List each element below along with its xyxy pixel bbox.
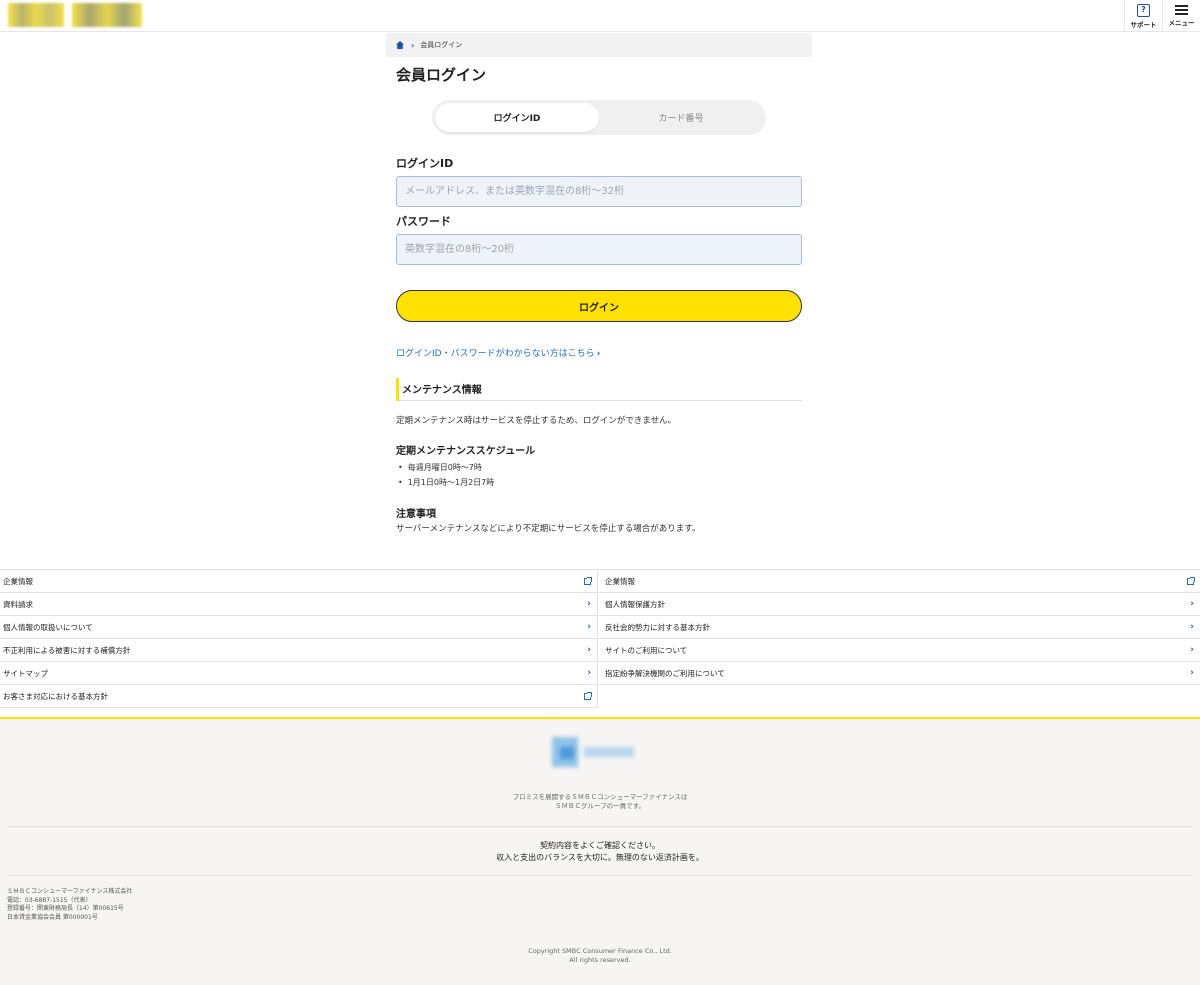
chevron-right-icon: ›: [1190, 668, 1194, 678]
chevron-right-icon: ›: [587, 622, 591, 632]
site-header: ? サポート メニュー: [0, 0, 1200, 32]
maintenance-heading: メンテナンス情報: [396, 378, 802, 401]
footer-divider: [8, 826, 1192, 827]
notes-title: 注意事項: [396, 509, 436, 520]
footer-link-label: お客さま対応における基本方針: [3, 691, 108, 701]
question-icon: ?: [1137, 3, 1150, 17]
login-button[interactable]: ログイン: [396, 290, 802, 322]
menu-label: メニュー: [1168, 19, 1195, 27]
copyright-line: Copyright SMBC Consumer Finance Co., Ltd…: [528, 947, 672, 955]
footer-link-label: 個人情報の取扱いについて: [3, 622, 93, 632]
footer-divider: [8, 875, 1192, 876]
logo-part-right: [72, 3, 142, 27]
footer-link-label: サイトのご利用について: [605, 645, 688, 655]
schedule-item: 毎週月曜日0時～7時: [398, 462, 482, 473]
footer-link-label: 資料請求: [3, 599, 33, 609]
maintenance-title: メンテナンス情報: [402, 385, 482, 396]
footer-link[interactable]: 指定紛争解決機関のご利用について ›: [599, 662, 1200, 685]
menu-button[interactable]: メニュー: [1162, 0, 1200, 32]
footer-link-label: 指定紛争解決機関のご利用について: [605, 668, 725, 678]
logo-mark-part: [560, 747, 574, 759]
notice-line: 契約内容をよくご確認ください。: [540, 841, 660, 850]
schedule-title: 定期メンテナンススケジュール: [396, 446, 536, 457]
page-title: 会員ログイン: [396, 66, 487, 84]
footer-link[interactable]: 反社会的勢力に対する基本方針 ›: [599, 616, 1200, 639]
login-method-tabs: ログインID カード番号: [432, 100, 766, 135]
group-statement: プロミスを展開するＳＭＢＣコンシューマーファイナンスは ＳＭＢＣグループの一員で…: [0, 793, 1200, 812]
group-statement-line: ＳＭＢＣグループの一員です。: [555, 802, 645, 811]
chevron-right-icon: ›: [596, 349, 601, 359]
footer-link[interactable]: サイトのご利用について ›: [599, 639, 1200, 662]
support-button[interactable]: ? サポート: [1124, 0, 1162, 32]
footer-link[interactable]: 企業情報: [599, 570, 1200, 593]
chevron-right-icon: ›: [587, 668, 591, 678]
notes-text: サーバーメンテナンスなどにより不定期にサービスを停止する場合があります。: [396, 524, 701, 534]
footer-link[interactable]: 資料請求 ›: [0, 593, 597, 616]
schedule-item: 1月1日0時～1月2日7時: [398, 477, 495, 488]
external-link-icon: [1187, 576, 1195, 585]
password-input[interactable]: [396, 234, 802, 265]
site-logo[interactable]: [8, 3, 143, 27]
footer-link[interactable]: 不正利用による被害に対する補償方針 ›: [0, 639, 597, 662]
footer-link-label: 企業情報: [605, 576, 635, 586]
logo-part-left: [8, 3, 64, 27]
forgot-credentials-text: ログインID・パスワードがわからない方はこちら: [396, 349, 595, 359]
footer-link[interactable]: サイトマップ ›: [0, 662, 597, 685]
tab-card-number[interactable]: カード番号: [599, 103, 763, 132]
footer-link-label: 個人情報保護方針: [605, 599, 665, 609]
footer-links: 企業情報 資料請求 › 個人情報の取扱いについて › 不正利用による被害に対する補償…: [0, 569, 1200, 708]
hamburger-icon: [1175, 5, 1188, 15]
external-link-icon: [584, 691, 592, 700]
footer-links-left: 企業情報 資料請求 › 個人情報の取扱いについて › 不正利用による被害に対する補償…: [0, 570, 598, 708]
heading-accent-bar: [396, 378, 399, 401]
external-link-icon: [584, 576, 592, 585]
login-id-label: ログインID: [396, 157, 454, 170]
company-line: 日本貸金業協会会員 第000001号: [7, 914, 98, 922]
footer-link[interactable]: 個人情報保護方針 ›: [599, 593, 1200, 616]
footer-link-label: 不正利用による被害に対する補償方針: [3, 645, 131, 655]
notice-line: 収入と支出のバランスを大切に。無理のない返済計画を。: [496, 853, 704, 862]
logo-text-part: [584, 747, 634, 757]
footer-link[interactable]: お客さま対応における基本方針: [0, 685, 597, 708]
forgot-credentials-link[interactable]: ログインID・パスワードがわからない方はこちら ›: [396, 346, 600, 359]
chevron-right-icon: ›: [587, 599, 591, 609]
breadcrumb-current: 会員ログイン: [420, 41, 463, 49]
site-footer: プロミスを展開するＳＭＢＣコンシューマーファイナンスは ＳＭＢＣグループの一員で…: [0, 717, 1200, 985]
login-id-input[interactable]: [396, 176, 802, 207]
chevron-right-icon: ›: [411, 40, 415, 50]
maintenance-description: 定期メンテナンス時はサービスを停止するため、ログインができません。: [396, 416, 677, 426]
chevron-right-icon: ›: [1190, 622, 1194, 632]
company-line: ＳＭＢＣコンシューマーファイナンス株式会社: [7, 888, 133, 895]
footer-link[interactable]: 個人情報の取扱いについて ›: [0, 616, 597, 639]
footer-links-right: 企業情報 個人情報保護方針 › 反社会的勢力に対する基本方針 › サイトのご利用につ…: [599, 570, 1200, 685]
company-line: 登録番号：関東財務局長（14）第00615号: [7, 905, 124, 913]
copyright: Copyright SMBC Consumer Finance Co., Ltd…: [0, 947, 1200, 966]
chevron-right-icon: ›: [1190, 599, 1194, 609]
group-logo[interactable]: [548, 727, 650, 777]
company-info: ＳＭＢＣコンシューマーファイナンス株式会社 電話：03-6887-1515（代表…: [7, 888, 132, 923]
footer-link-label: 反社会的勢力に対する基本方針: [605, 622, 710, 632]
chevron-right-icon: ›: [587, 645, 591, 655]
copyright-line: All rights reserved.: [569, 956, 631, 965]
home-icon[interactable]: [396, 41, 404, 49]
repayment-notice: 契約内容をよくご確認ください。 収入と支出のバランスを大切に。無理のない返済計画…: [0, 840, 1200, 864]
group-statement-line: プロミスを展開するＳＭＢＣコンシューマーファイナンスは: [512, 793, 688, 801]
footer-link[interactable]: 企業情報: [0, 570, 597, 593]
support-label: サポート: [1130, 20, 1157, 29]
footer-link-label: サイトマップ: [3, 668, 48, 678]
footer-link-label: 企業情報: [3, 576, 33, 586]
breadcrumb: › 会員ログイン: [386, 33, 812, 57]
tab-login-id[interactable]: ログインID: [435, 103, 599, 132]
password-label: パスワード: [396, 215, 451, 228]
chevron-right-icon: ›: [1190, 645, 1194, 655]
